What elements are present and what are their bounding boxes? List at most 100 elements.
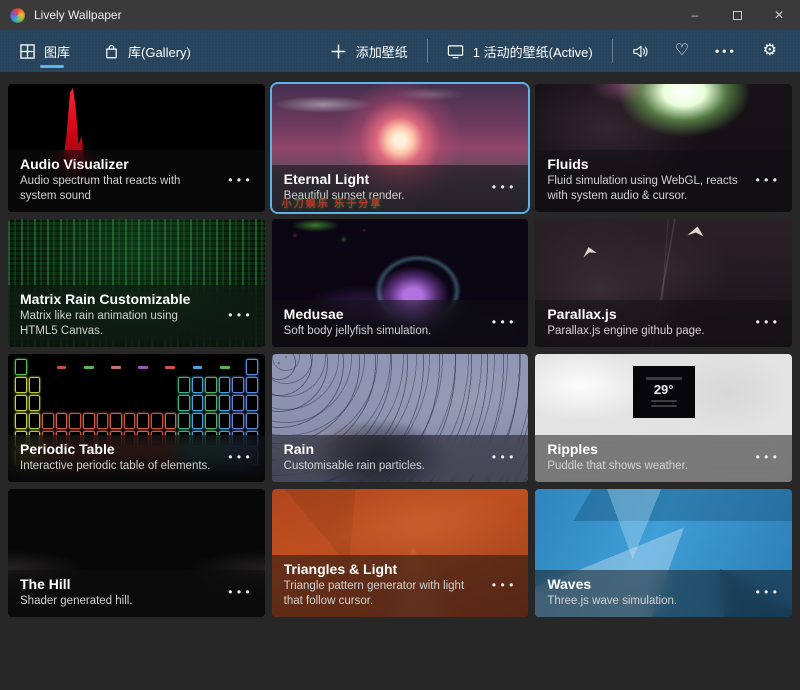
- wallpaper-title: Waves: [547, 576, 743, 594]
- nav-tabs: 图库 库(Gallery): [18, 30, 193, 72]
- nav-actions: 添加壁纸 1 活动的壁纸(Active) ♡ ••• ⚙: [317, 35, 790, 68]
- add-wallpaper-label: 添加壁纸: [356, 42, 408, 61]
- wallpaper-title: Audio Visualizer: [20, 156, 216, 174]
- wallpaper-card-rain[interactable]: Rain Customisable rain particles.: [272, 354, 529, 482]
- wallpaper-card-audio-visualizer[interactable]: Audio Visualizer Audio spectrum that rea…: [8, 84, 265, 212]
- wallpaper-description: Interactive periodic table of elements.: [20, 459, 216, 474]
- wallpaper-text: Rain Customisable rain particles.: [284, 441, 480, 474]
- wallpaper-info: The Hill Shader generated hill.: [8, 570, 265, 617]
- grid-icon: [20, 44, 35, 59]
- tab-gallery-label: 库(Gallery): [128, 42, 191, 61]
- wallpaper-info: Rain Customisable rain particles.: [272, 435, 529, 482]
- wallpaper-info: Periodic Table Interactive periodic tabl…: [8, 435, 265, 482]
- wallpaper-grid: Audio Visualizer Audio spectrum that rea…: [8, 84, 792, 617]
- more-options-button[interactable]: [488, 446, 518, 468]
- more-options-button[interactable]: [488, 176, 518, 198]
- wallpaper-description: Beautiful sunset render.: [284, 189, 480, 204]
- widget-text-line: [651, 405, 677, 407]
- tab-library[interactable]: 图库: [18, 30, 72, 72]
- wallpaper-card-the-hill[interactable]: The Hill Shader generated hill.: [8, 489, 265, 617]
- maximize-icon: [733, 11, 742, 20]
- more-options-button[interactable]: [752, 311, 782, 333]
- navbar: 图库 库(Gallery) 添加壁纸 1 活动的壁纸(Active): [0, 30, 800, 72]
- wallpaper-description: Audio spectrum that reacts with system s…: [20, 174, 216, 204]
- gear-icon: ⚙: [763, 43, 777, 59]
- tab-gallery[interactable]: 库(Gallery): [102, 30, 193, 72]
- heart-icon: ♡: [675, 43, 689, 59]
- wallpaper-card-waves[interactable]: Waves Three.js wave simulation.: [535, 489, 792, 617]
- lively-logo-icon: [10, 8, 25, 23]
- volume-button[interactable]: [619, 36, 662, 67]
- plus-icon: [330, 43, 347, 60]
- close-button[interactable]: ✕: [758, 0, 800, 30]
- tab-library-label: 图库: [44, 42, 70, 61]
- wallpaper-description: Matrix like rain animation using HTML5 C…: [20, 309, 216, 339]
- wallpaper-description: Three.js wave simulation.: [547, 594, 743, 609]
- ellipsis-icon: •••: [715, 45, 737, 57]
- wallpaper-description: Parallax.js engine github page.: [547, 324, 743, 339]
- minimize-button[interactable]: –: [674, 0, 716, 30]
- wallpaper-info: Ripples Puddle that shows weather.: [535, 435, 792, 482]
- more-options-button[interactable]: [488, 311, 518, 333]
- wallpaper-info: Matrix Rain Customizable Matrix like rai…: [8, 285, 265, 347]
- wallpaper-card-eternal-light[interactable]: Eternal Light Beautiful sunset render. 小…: [272, 84, 529, 212]
- wallpaper-text: Parallax.js Parallax.js engine github pa…: [547, 306, 743, 339]
- wallpaper-description: Shader generated hill.: [20, 594, 216, 609]
- add-wallpaper-button[interactable]: 添加壁纸: [317, 35, 421, 68]
- wallpaper-info: Eternal Light Beautiful sunset render.: [272, 165, 529, 212]
- wallpaper-text: Matrix Rain Customizable Matrix like rai…: [20, 291, 216, 339]
- window-controls: – ✕: [674, 0, 800, 30]
- widget-text-line: [646, 377, 682, 380]
- more-options-button[interactable]: [224, 446, 254, 468]
- wallpaper-card-periodic-table[interactable]: Periodic Table Interactive periodic tabl…: [8, 354, 265, 482]
- wallpaper-text: Periodic Table Interactive periodic tabl…: [20, 441, 216, 474]
- more-menu-button[interactable]: •••: [702, 38, 750, 64]
- wallpaper-title: Matrix Rain Customizable: [20, 291, 216, 309]
- more-options-button[interactable]: [752, 169, 782, 191]
- more-options-button[interactable]: [224, 169, 254, 191]
- favorites-button[interactable]: ♡: [662, 36, 702, 66]
- wallpaper-title: Fluids: [547, 156, 743, 174]
- widget-temperature: 29°: [654, 383, 674, 397]
- monitor-icon: [447, 43, 464, 60]
- wallpaper-text: Fluids Fluid simulation using WebGL, rea…: [547, 156, 743, 204]
- wallpaper-text: Eternal Light Beautiful sunset render.: [284, 171, 480, 204]
- wallpaper-description: Customisable rain particles.: [284, 459, 480, 474]
- wallpaper-title: Periodic Table: [20, 441, 216, 459]
- wallpaper-title: The Hill: [20, 576, 216, 594]
- more-options-button[interactable]: [752, 581, 782, 603]
- wallpaper-text: Medusae Soft body jellyfish simulation.: [284, 306, 480, 339]
- wallpaper-title: Ripples: [547, 441, 743, 459]
- wallpaper-card-ripples[interactable]: Ripples Puddle that shows weather. 29°: [535, 354, 792, 482]
- wallpaper-title: Medusae: [284, 306, 480, 324]
- wallpaper-text: Audio Visualizer Audio spectrum that rea…: [20, 156, 216, 204]
- widget-text-line: [651, 400, 677, 402]
- wallpaper-card-triangles-light[interactable]: Triangles & Light Triangle pattern gener…: [272, 489, 529, 617]
- more-options-button[interactable]: [488, 574, 518, 596]
- wallpaper-info: Parallax.js Parallax.js engine github pa…: [535, 300, 792, 347]
- wallpaper-info: Medusae Soft body jellyfish simulation.: [272, 300, 529, 347]
- titlebar: Lively Wallpaper – ✕: [0, 0, 800, 30]
- wallpaper-card-parallaxjs[interactable]: Parallax.js Parallax.js engine github pa…: [535, 219, 792, 347]
- more-options-button[interactable]: [752, 446, 782, 468]
- wallpaper-description: Soft body jellyfish simulation.: [284, 324, 480, 339]
- more-options-button[interactable]: [224, 581, 254, 603]
- settings-button[interactable]: ⚙: [750, 36, 790, 66]
- nav-separator: [427, 39, 428, 63]
- wallpaper-text: The Hill Shader generated hill.: [20, 576, 216, 609]
- wallpaper-card-medusae[interactable]: Medusae Soft body jellyfish simulation.: [272, 219, 529, 347]
- maximize-button[interactable]: [716, 0, 758, 30]
- bag-icon: [104, 44, 119, 59]
- wallpaper-text: Waves Three.js wave simulation.: [547, 576, 743, 609]
- wallpaper-info: Fluids Fluid simulation using WebGL, rea…: [535, 150, 792, 212]
- wallpaper-card-fluids[interactable]: Fluids Fluid simulation using WebGL, rea…: [535, 84, 792, 212]
- wallpaper-text: Ripples Puddle that shows weather.: [547, 441, 743, 474]
- wallpaper-info: Waves Three.js wave simulation.: [535, 570, 792, 617]
- speaker-icon: [632, 43, 649, 60]
- wallpaper-card-matrix-rain[interactable]: Matrix Rain Customizable Matrix like rai…: [8, 219, 265, 347]
- active-wallpaper-button[interactable]: 1 活动的壁纸(Active): [434, 35, 606, 68]
- more-options-button[interactable]: [224, 304, 254, 326]
- window-title: Lively Wallpaper: [34, 8, 122, 22]
- wallpaper-description: Triangle pattern generator with light th…: [284, 579, 480, 609]
- wallpaper-text: Triangles & Light Triangle pattern gener…: [284, 561, 480, 609]
